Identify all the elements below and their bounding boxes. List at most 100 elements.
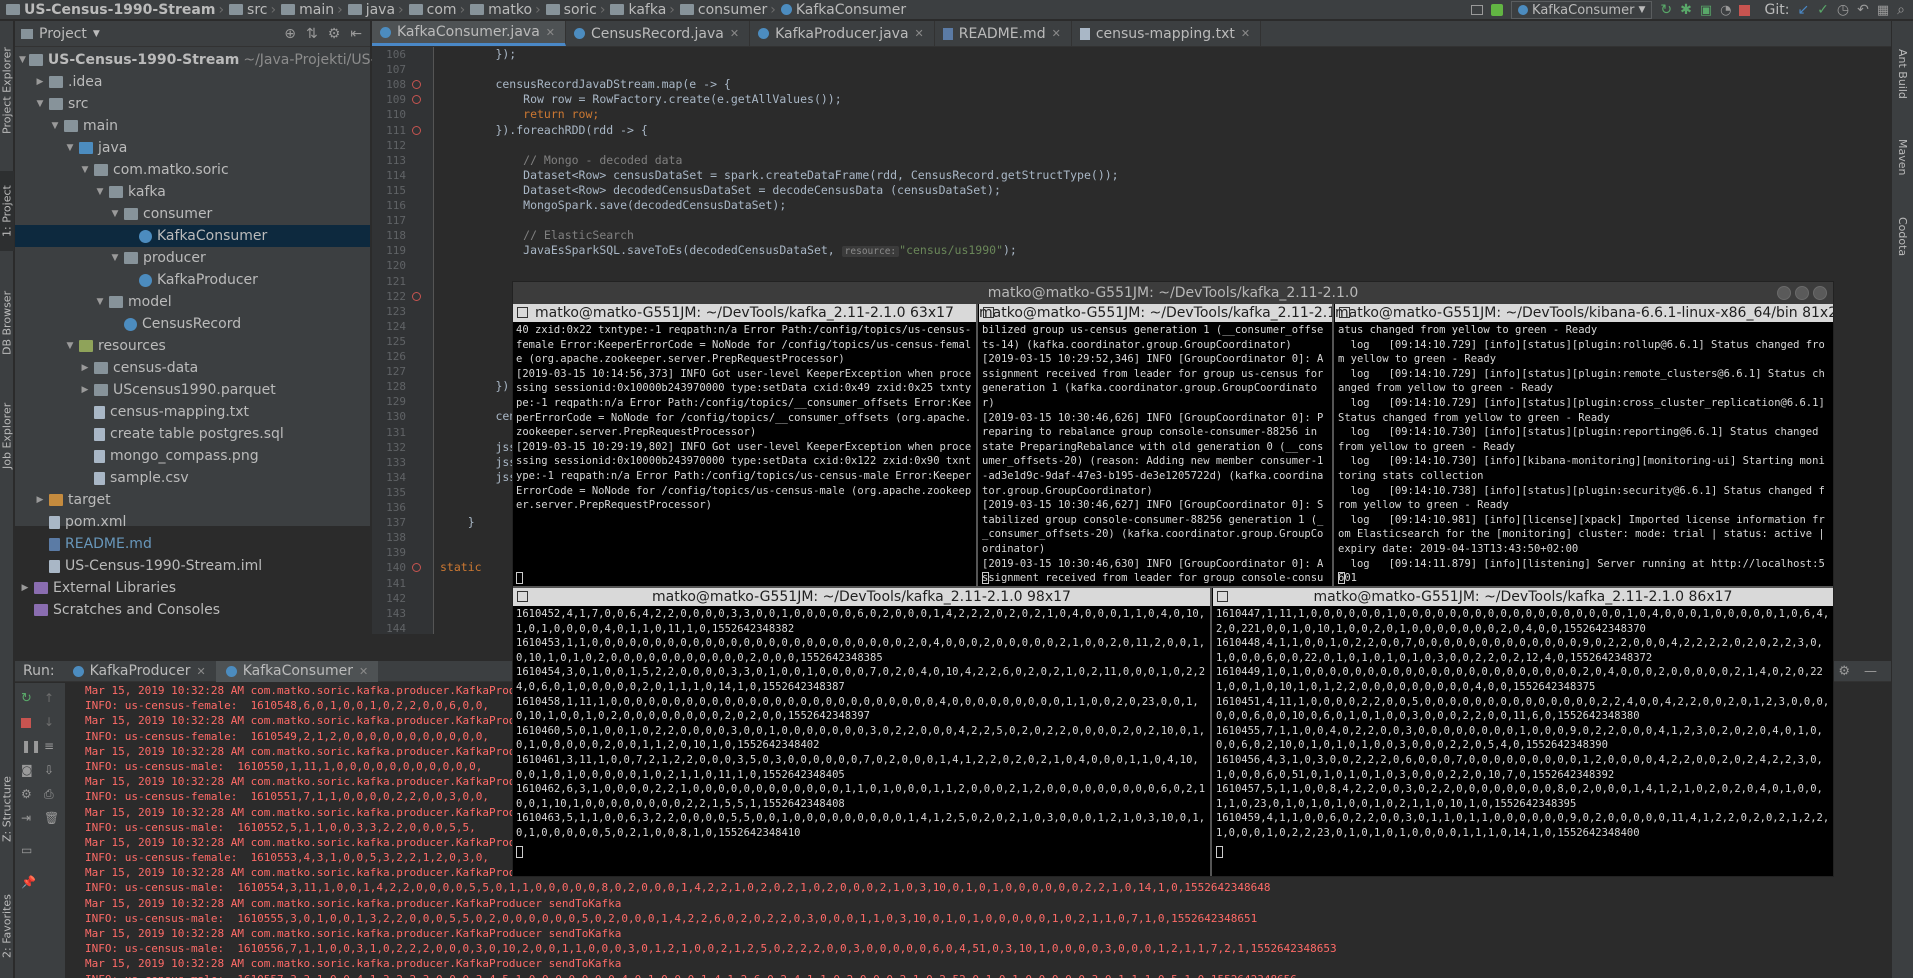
breadcrumb-item[interactable]: › com [395, 2, 457, 18]
tree-item[interactable]: ▼ com.matko.soric [15, 159, 370, 181]
maximize-window-button[interactable] [1795, 286, 1809, 300]
breadcrumb-item[interactable]: › kafka [597, 2, 666, 18]
editor-tab[interactable]: README.md ✕ [935, 21, 1072, 46]
settings-icon[interactable]: ⚙ [21, 787, 35, 801]
close-icon[interactable]: ✕ [1241, 27, 1250, 40]
rerun-icon[interactable]: ↻ [1660, 2, 1672, 18]
search-icon[interactable]: ⌕ [1897, 2, 1905, 18]
git-revert-icon[interactable]: ↶ [1857, 2, 1869, 18]
stop-icon[interactable] [1739, 4, 1751, 16]
tool-tab-project-explorer[interactable]: Project Explorer [0, 41, 14, 141]
hammer-icon[interactable] [1491, 4, 1504, 16]
terminal-pane-zookeeper[interactable]: matko@matko-G551JM: ~/DevTools/kafka_2.1… [513, 304, 976, 586]
tree-item[interactable]: Scratches and Consoles [15, 599, 370, 621]
scroll-to-end-icon[interactable]: ⇩ [44, 763, 58, 777]
stop-icon[interactable] [21, 718, 31, 728]
tree-item[interactable]: KafkaProducer [15, 269, 370, 291]
chevron-right-icon[interactable]: ▶ [79, 363, 91, 373]
tree-item[interactable]: KafkaConsumer [15, 225, 370, 247]
down-arrow-icon[interactable]: ↓ [44, 715, 58, 729]
close-icon[interactable]: ✕ [730, 27, 739, 40]
layout-icon[interactable]: ▭ [21, 843, 35, 857]
tree-item[interactable]: ▶ target [15, 489, 370, 511]
chevron-down-icon[interactable]: ▼ [94, 297, 106, 307]
print-icon[interactable]: ⎙ [44, 787, 58, 801]
git-history-icon[interactable]: ◷ [1837, 2, 1849, 18]
git-update-icon[interactable]: ↙ [1797, 2, 1809, 18]
tree-item[interactable]: create table postgres.sql [15, 423, 370, 445]
run-tab-kafka-consumer[interactable]: KafkaConsumer ✕ [215, 660, 379, 682]
tree-item[interactable]: ▶ UScensus1990.parquet [15, 379, 370, 401]
gear-icon[interactable]: ⚙ [328, 26, 341, 42]
chevron-right-icon[interactable]: ▶ [34, 77, 46, 87]
tree-item[interactable]: ▼ resources [15, 335, 370, 357]
locate-icon[interactable]: ⊕ [284, 26, 296, 42]
up-arrow-icon[interactable]: ↑ [44, 691, 58, 705]
tree-item[interactable]: pom.xml [15, 511, 370, 533]
chevron-down-icon[interactable]: ▼ [79, 165, 91, 175]
chevron-down-icon[interactable]: ▼ [19, 55, 26, 65]
close-icon[interactable]: ✕ [1052, 27, 1061, 40]
override-marker-icon[interactable] [412, 125, 421, 135]
tree-item[interactable]: CensusRecord [15, 313, 370, 335]
breadcrumb-item[interactable]: › KafkaConsumer [767, 2, 906, 18]
tool-tab-maven[interactable]: Maven [1896, 139, 1909, 175]
chevron-down-icon[interactable]: ▼ [49, 121, 61, 131]
build-project-icon[interactable]: ▦ [1877, 3, 1889, 18]
exit-icon[interactable]: ⇥ [21, 811, 35, 825]
soft-wrap-icon[interactable]: ≡ [44, 739, 58, 753]
editor-tab[interactable]: KafkaProducer.java ✕ [750, 21, 935, 46]
breadcrumb-item[interactable]: › matko [457, 2, 533, 18]
breadcrumb-item[interactable]: US-Census-1990-Stream [4, 2, 215, 18]
minimize-window-button[interactable] [1777, 286, 1791, 300]
terminal-window[interactable]: matko@matko-G551JM: ~/DevTools/kafka_2.1… [512, 281, 1834, 877]
git-commit-icon[interactable]: ✓ [1817, 2, 1829, 18]
collapse-all-icon[interactable]: ⇅ [306, 26, 318, 42]
terminal-pane-consumer-female[interactable]: matko@matko-G551JM: ~/DevTools/kafka_2.1… [513, 588, 1210, 876]
tree-item[interactable]: ▼ main [15, 115, 370, 137]
tree-item[interactable]: sample.csv [15, 467, 370, 489]
rerun-icon[interactable]: ↻ [21, 691, 35, 706]
tree-item[interactable]: census-mapping.txt [15, 401, 370, 423]
coverage-icon[interactable]: ▣ [1700, 3, 1712, 18]
chevron-right-icon[interactable]: ▶ [19, 583, 31, 593]
pane-divider[interactable] [1210, 588, 1212, 876]
tree-item[interactable]: ▶ External Libraries [15, 577, 370, 599]
tree-item[interactable]: ▼ producer [15, 247, 370, 269]
tree-item[interactable]: mongo_compass.png [15, 445, 370, 467]
close-icon[interactable]: ✕ [359, 665, 368, 678]
tree-item[interactable]: ▼ model [15, 291, 370, 313]
tree-item[interactable]: ▼ kafka [15, 181, 370, 203]
run-configuration-select[interactable]: KafkaConsumer ▼ [1511, 1, 1653, 19]
profile-icon[interactable]: ◔ [1720, 3, 1731, 18]
chevron-down-icon[interactable]: ▼ [64, 143, 76, 153]
pause-icon[interactable]: ❚❚ [21, 739, 41, 753]
chevron-down-icon[interactable]: ▼ [109, 209, 121, 219]
override-marker-icon[interactable] [412, 291, 421, 301]
breadcrumb-item[interactable]: › consumer [666, 2, 767, 18]
override-marker-icon[interactable] [412, 563, 421, 573]
tree-item[interactable]: README.md [15, 533, 370, 555]
close-icon[interactable]: ✕ [546, 26, 555, 39]
tree-item[interactable]: ▼ src [15, 93, 370, 115]
breadcrumb-item[interactable]: › java [334, 2, 395, 18]
breadcrumb-item[interactable]: › soric [532, 2, 597, 18]
tool-tab-ant-build[interactable]: Ant Build [1896, 49, 1909, 99]
pane-divider[interactable] [1332, 304, 1334, 586]
terminal-pane-kafka-server[interactable]: matko@matko-G551JM: ~/DevTools/kafka_2.1… [979, 304, 1332, 586]
tool-tab-favorites[interactable]: 2: Favorites [0, 881, 14, 971]
editor-tab[interactable]: KafkaConsumer.java ✕ [372, 21, 566, 46]
terminal-pane-consumer-male[interactable]: matko@matko-G551JM: ~/DevTools/kafka_2.1… [1213, 588, 1833, 876]
close-icon[interactable]: ✕ [915, 27, 924, 40]
override-marker-icon[interactable] [412, 80, 421, 90]
breadcrumb-item[interactable]: › src [215, 2, 267, 18]
tree-item[interactable]: ▶ .idea [15, 71, 370, 93]
tree-item[interactable]: ▼ java [15, 137, 370, 159]
tree-item[interactable]: ▶ census-data [15, 357, 370, 379]
override-marker-icon[interactable] [412, 95, 421, 105]
chevron-down-icon[interactable]: ▼ [34, 99, 46, 109]
tool-tab-db-browser[interactable]: DB Browser [0, 283, 14, 363]
gear-icon[interactable]: ⚙ [1838, 664, 1850, 679]
breadcrumb-item[interactable]: › main [268, 2, 335, 18]
pin-icon[interactable]: 📌 [21, 875, 36, 889]
